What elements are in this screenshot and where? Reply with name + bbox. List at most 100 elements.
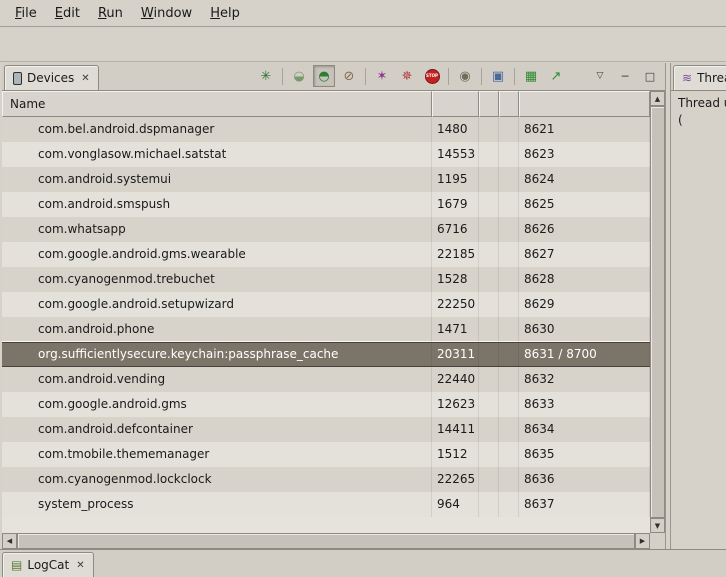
stop-process-icon[interactable]: STOP — [421, 65, 443, 87]
scroll-left-icon[interactable]: ◀ — [2, 533, 17, 549]
column-header-pid[interactable] — [432, 91, 479, 117]
main-toolbar — [0, 28, 726, 61]
process-name-cell: com.android.defcontainer — [2, 417, 432, 442]
port-cell: 8633 — [519, 392, 650, 417]
pid-cell: 964 — [432, 492, 479, 517]
empty-cell-2 — [499, 392, 519, 417]
empty-cell-2 — [499, 292, 519, 317]
ddms-window: FileEditRunWindowHelp Devices ✕ ✳ ◒◓⊘ ✶✵ST… — [0, 0, 726, 577]
empty-cell-2 — [499, 467, 519, 492]
table-row[interactable]: com.android.phone14718630 — [2, 317, 650, 342]
close-icon[interactable]: ✕ — [79, 73, 89, 84]
table-row[interactable]: com.cyanogenmod.lockclock22265 8636 — [2, 467, 650, 492]
process-name-cell: com.google.android.gms.wearable — [2, 242, 432, 267]
close-icon[interactable]: ✕ — [74, 560, 84, 571]
update-heap-icon[interactable]: ◓ — [313, 65, 335, 87]
table-row[interactable]: com.bel.android.dspmanager14808621 — [2, 117, 650, 142]
scroll-down-icon[interactable]: ▼ — [650, 518, 665, 533]
devices-toolbar: ✳ ◒◓⊘ ✶✵STOP ◉ ▣ ▦↗ ▽─□ — [255, 62, 665, 90]
cause-gc-icon[interactable]: ⊘ — [338, 65, 360, 87]
port-cell: 8628 — [519, 267, 650, 292]
empty-cell-2 — [499, 317, 519, 342]
pid-cell: 1528 — [432, 267, 479, 292]
main-area: Devices ✕ ✳ ◒◓⊘ ✶✵STOP ◉ ▣ ▦↗ ▽─□ Name com.bel… — [0, 61, 726, 549]
pid-cell: 22265 — [432, 467, 479, 492]
pid-cell: 12623 — [432, 392, 479, 417]
table-row[interactable]: com.android.smspush16798625 — [2, 192, 650, 217]
horizontal-scrollbar[interactable]: ◀ ▶ — [2, 533, 650, 549]
table-row[interactable]: org.sufficientlysecure.keychain:passphra… — [2, 342, 650, 367]
menu-help[interactable]: Help — [201, 3, 249, 24]
debug-process-icon[interactable]: ✳ — [255, 65, 277, 87]
empty-cell-1 — [479, 392, 499, 417]
horizontal-scroll-thumb[interactable] — [17, 533, 635, 549]
device-table-body: com.bel.android.dspmanager14808621com.vo… — [2, 117, 650, 533]
table-row[interactable]: com.android.vending224408632 — [2, 367, 650, 392]
minimize-icon[interactable]: ─ — [614, 65, 636, 87]
threads-message: Thread up ( — [678, 95, 726, 129]
stats-icon[interactable]: ↗ — [545, 65, 567, 87]
view-menu-icon[interactable]: ▽ — [589, 65, 611, 87]
column-header-empty-1[interactable] — [479, 91, 499, 117]
gallery-icon[interactable]: ▣ — [487, 65, 509, 87]
pid-cell: 1512 — [432, 442, 479, 467]
menu-run[interactable]: Run — [89, 3, 132, 24]
vertical-scroll-thumb[interactable] — [650, 106, 665, 518]
menu-file[interactable]: File — [6, 3, 46, 24]
port-cell: 8629 — [519, 292, 650, 317]
tab-devices-label: Devices — [27, 71, 74, 85]
menu-edit[interactable]: Edit — [46, 3, 89, 24]
table-row[interactable]: system_process964 8637 — [2, 492, 650, 517]
tab-logcat[interactable]: ▤ LogCat ✕ — [2, 552, 94, 577]
screen-capture-icon[interactable]: ◉ — [454, 65, 476, 87]
device-icon — [13, 72, 22, 85]
scroll-up-icon[interactable]: ▲ — [650, 91, 665, 106]
update-threads-icon[interactable]: ✶ — [371, 65, 393, 87]
table-row[interactable]: com.google.android.gms12623 8633 — [2, 392, 650, 417]
vertical-scrollbar[interactable]: ▲ ▼ — [650, 91, 665, 533]
show-heap-updates-icon[interactable]: ◒ — [288, 65, 310, 87]
tab-devices[interactable]: Devices ✕ — [4, 65, 99, 90]
heap-grid-icon[interactable]: ▦ — [520, 65, 542, 87]
empty-cell-2 — [499, 142, 519, 167]
table-row[interactable]: com.android.defcontainer144118634 — [2, 417, 650, 442]
port-cell: 8625 — [519, 192, 650, 217]
port-cell: 8631 / 8700 — [519, 343, 650, 366]
pid-cell: 22185 — [432, 242, 479, 267]
threads-message-line2: ( — [678, 112, 726, 129]
empty-cell-1 — [479, 492, 499, 517]
tab-logcat-label: LogCat — [27, 558, 69, 572]
menu-window[interactable]: Window — [132, 3, 201, 24]
table-row[interactable]: com.cyanogenmod.trebuchet15288628 — [2, 267, 650, 292]
scrollbar-corner — [650, 533, 665, 549]
maximize-icon[interactable]: □ — [639, 65, 661, 87]
process-name-cell: com.cyanogenmod.lockclock — [2, 467, 432, 492]
process-name-cell: system_process — [2, 492, 432, 517]
empty-cell-1 — [479, 217, 499, 242]
port-cell: 8621 — [519, 117, 650, 142]
process-name-cell: com.android.smspush — [2, 192, 432, 217]
table-row[interactable]: com.google.android.setupwizard222508629 — [2, 292, 650, 317]
table-row[interactable]: com.whatsapp67168626 — [2, 217, 650, 242]
column-header-empty-2[interactable] — [499, 91, 519, 117]
table-row[interactable]: com.tmobile.thememanager15128635 — [2, 442, 650, 467]
process-name-cell: com.android.systemui — [2, 167, 432, 192]
devices-view: Devices ✕ ✳ ◒◓⊘ ✶✵STOP ◉ ▣ ▦↗ ▽─□ Name com.bel… — [2, 63, 666, 549]
port-cell: 8623 — [519, 142, 650, 167]
process-name-cell: org.sufficientlysecure.keychain:passphra… — [2, 343, 432, 366]
port-cell: 8624 — [519, 167, 650, 192]
port-cell: 8636 — [519, 467, 650, 492]
table-row[interactable]: com.android.systemui11958624 — [2, 167, 650, 192]
process-name-cell: com.google.android.gms — [2, 392, 432, 417]
port-cell: 8637 — [519, 492, 650, 517]
table-row[interactable]: com.google.android.gms.wearable221858627 — [2, 242, 650, 267]
column-header-port[interactable] — [519, 91, 650, 117]
process-name-cell: com.bel.android.dspmanager — [2, 117, 432, 142]
column-header-name[interactable]: Name — [2, 91, 432, 117]
threads-view: ≋ Threads Thread up ( — [670, 63, 726, 549]
table-row[interactable]: com.vonglasow.michael.satstat145538623 — [2, 142, 650, 167]
tab-threads[interactable]: ≋ Threads — [673, 65, 726, 90]
scroll-right-icon[interactable]: ▶ — [635, 533, 650, 549]
process-name-cell: com.tmobile.thememanager — [2, 442, 432, 467]
dump-thread-icon[interactable]: ✵ — [396, 65, 418, 87]
